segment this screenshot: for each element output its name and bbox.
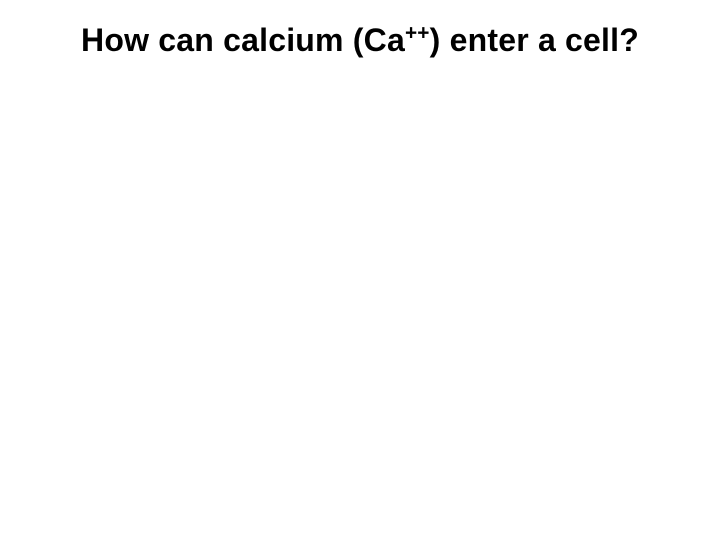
title-part-2: ) enter a cell?: [430, 22, 639, 58]
title-superscript: ++: [405, 21, 430, 44]
slide-title: How can calcium (Ca++) enter a cell?: [0, 22, 720, 59]
slide: How can calcium (Ca++) enter a cell?: [0, 0, 720, 540]
title-part-1: How can calcium (Ca: [81, 22, 405, 58]
